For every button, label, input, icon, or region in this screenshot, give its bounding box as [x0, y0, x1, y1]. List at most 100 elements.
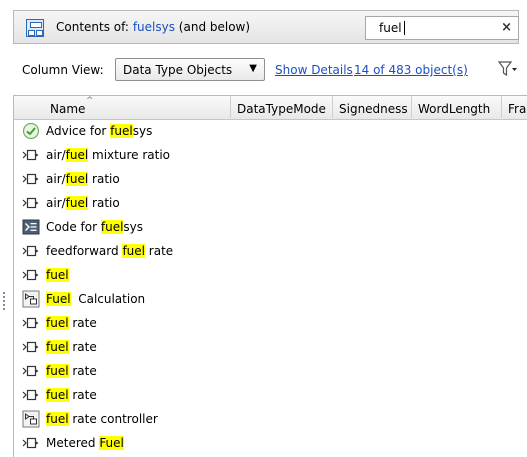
signal-icon [22, 242, 40, 260]
table-row[interactable]: Advice for fuelsys [14, 119, 527, 143]
row-name: feedforward fuel rate [46, 244, 173, 258]
row-name: air/fuel ratio [46, 172, 120, 186]
row-name: Code for fuelsys [46, 220, 143, 234]
signal-icon [22, 338, 40, 356]
row-name: fuel rate controller [46, 412, 158, 426]
signal-icon [22, 266, 40, 284]
row-name: fuel rate [46, 364, 97, 378]
column-header-datatypemode[interactable]: DataTypeMode [231, 96, 333, 118]
search-match-highlight: Fuel [99, 436, 124, 450]
row-name-text: feedforward [46, 244, 123, 258]
signal-icon [22, 314, 40, 332]
signal-icon [22, 146, 40, 164]
row-name-text: rate controller [68, 412, 158, 426]
search-match-highlight: fuel [122, 244, 145, 258]
object-table: ^ Name DataTypeMode Signedness WordLengt… [13, 95, 527, 457]
table-row[interactable]: feedforward fuel rate [14, 239, 527, 263]
column-header-fraction[interactable]: Fract [502, 96, 527, 118]
table-row[interactable]: fuel rate [14, 311, 527, 335]
search-match-highlight: fuel [46, 388, 69, 402]
row-name: fuel rate [46, 316, 97, 330]
search-match-highlight: fuel [100, 220, 124, 234]
row-name: fuel rate [46, 388, 97, 402]
scope-suffix: (and below) [178, 20, 251, 34]
contents-bar: Contents of: fuelsys (and below) fuel × [13, 10, 519, 44]
search-match-highlight: fuel [46, 316, 69, 330]
code-icon [22, 218, 40, 236]
row-name-text: air/ [46, 148, 66, 162]
row-name-text: rate [68, 340, 97, 354]
table-row[interactable]: Fuel Calculation [14, 287, 527, 311]
signal-icon [22, 194, 40, 212]
sort-ascending-icon: ^ [86, 96, 94, 106]
row-name-text: Advice for [46, 124, 111, 138]
search-match-highlight: fuel [46, 412, 69, 426]
column-header-label: WordLength [418, 102, 491, 116]
column-header-label: DataTypeMode [237, 102, 326, 116]
table-row[interactable]: fuel rate controller [14, 407, 527, 431]
search-match-highlight: fuel [46, 268, 69, 282]
table-row[interactable]: air/fuel ratio [14, 191, 527, 215]
row-name-text: ratio [88, 196, 120, 210]
row-name-text: rate [68, 316, 97, 330]
row-name: Advice for fuelsys [46, 124, 152, 138]
search-match-highlight: fuel [65, 148, 89, 162]
signal-icon [22, 386, 40, 404]
search-value: fuel [379, 21, 402, 35]
table-row[interactable]: air/fuel ratio [14, 167, 527, 191]
row-name-text: sys [132, 124, 153, 138]
table-row[interactable]: fuel rate [14, 359, 527, 383]
scope-name: fuelsys [132, 20, 175, 34]
search-match-highlight: fuel [46, 340, 69, 354]
object-count-link[interactable]: 14 of 483 object(s) [354, 63, 468, 77]
table-row[interactable]: fuel rate [14, 335, 527, 359]
table-row[interactable]: fuel [14, 263, 527, 287]
column-header-name[interactable]: ^ Name [14, 96, 231, 118]
check-circle-icon [22, 122, 40, 140]
toolbar: Column View: Data Type Objects ▼ Show De… [13, 51, 519, 89]
subsystem-icon [22, 410, 40, 428]
search-input[interactable]: fuel × [365, 16, 519, 40]
signal-icon [22, 362, 40, 380]
row-name-text: rate [68, 364, 97, 378]
signal-icon [22, 170, 40, 188]
column-header-label: Signedness [339, 102, 408, 116]
clear-search-icon[interactable]: × [501, 20, 512, 35]
search-match-highlight: fuel [46, 364, 69, 378]
model-hierarchy-icon[interactable] [26, 19, 44, 37]
show-details-link[interactable]: Show Details [275, 63, 353, 77]
row-name-text: air/ [46, 196, 66, 210]
row-name-text: Code for [46, 220, 101, 234]
filter-icon[interactable] [497, 60, 518, 78]
table-row[interactable]: air/fuel mixture ratio [14, 143, 527, 167]
table-row[interactable]: fuel rate [14, 383, 527, 407]
row-name: air/fuel mixture ratio [46, 148, 170, 162]
row-name: Metered Fuel [46, 436, 124, 450]
signal-icon [22, 434, 40, 452]
text-cursor [404, 21, 405, 35]
table-row[interactable]: Metered Fuel [14, 431, 527, 455]
row-name: air/fuel ratio [46, 196, 120, 210]
table-row[interactable]: Code for fuelsys [14, 215, 527, 239]
search-match-highlight: fuel [65, 172, 89, 186]
contents-prefix: Contents of: [56, 20, 129, 34]
column-header-label: Name [50, 102, 86, 116]
column-header-wordlength[interactable]: WordLength [412, 96, 502, 118]
search-match-highlight: fuel [65, 196, 89, 210]
search-match-highlight: Fuel [46, 292, 71, 306]
column-header-signedness[interactable]: Signedness [333, 96, 412, 118]
row-name-text: ratio [88, 172, 120, 186]
row-name-text: sys [123, 220, 144, 234]
resize-handle[interactable] [3, 292, 6, 312]
row-name-text: rate [144, 244, 174, 258]
chevron-down-icon: ▼ [249, 63, 257, 74]
subsystem-icon [22, 290, 40, 308]
row-name-text: air/ [46, 172, 66, 186]
row-name: fuel [46, 268, 69, 282]
row-name-text: rate [68, 388, 97, 402]
column-view-select[interactable]: Data Type Objects ▼ [115, 58, 265, 81]
row-name: Fuel Calculation [46, 292, 145, 306]
row-name-text: Metered [46, 436, 100, 450]
search-match-highlight: fuel [110, 124, 133, 138]
column-view-value: Data Type Objects [123, 63, 233, 77]
